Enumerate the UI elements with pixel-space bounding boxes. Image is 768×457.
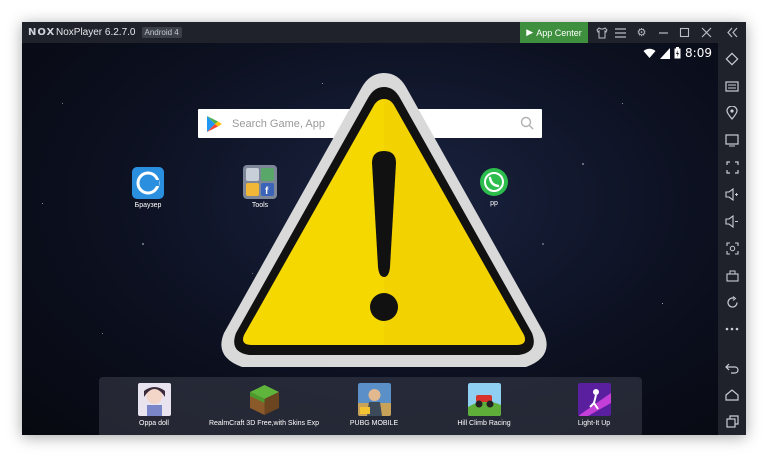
browser-label: Браузер	[134, 202, 162, 209]
dock-app-realmcraft[interactable]: RealmCraft 3D Free,with Skins Exp	[209, 383, 319, 427]
light-it-up-icon	[577, 383, 611, 416]
keyboard-icon[interactable]	[722, 76, 742, 96]
apk-install-icon[interactable]	[722, 265, 742, 285]
maximize-icon[interactable]	[677, 25, 692, 40]
menu-icon[interactable]	[613, 25, 628, 40]
dock-app-pubg[interactable]: PUBG MOBILE	[319, 383, 429, 427]
android-version-badge: Android 4	[141, 27, 182, 38]
wifi-icon	[643, 48, 656, 58]
dock-app-label: Oppa doll	[139, 420, 169, 427]
dock-app-label: Light-It Up	[577, 420, 611, 427]
hill-climb-icon	[467, 383, 501, 416]
dock-app-label: PUBG MOBILE	[349, 420, 399, 427]
rotate-icon[interactable]	[722, 49, 742, 69]
close-icon[interactable]	[699, 25, 714, 40]
nox-logo: NOX	[28, 27, 56, 38]
battery-icon	[674, 47, 681, 59]
nox-toolbar	[718, 43, 746, 435]
app-center-button[interactable]: ▶ App Center	[520, 22, 588, 43]
app-dock: Oppa doll RealmCraft 3D Free,with Skins …	[99, 377, 642, 435]
app-center-label: App Center	[536, 27, 582, 38]
warning-icon	[221, 73, 547, 367]
nox-window: NOX NoxPlayer 6.2.7.0 Android 4 ▶ App Ce…	[22, 22, 746, 435]
dock-app-oppa-doll[interactable]: Oppa doll	[99, 383, 209, 427]
location-icon[interactable]	[722, 103, 742, 123]
back-icon[interactable]	[722, 358, 742, 378]
title-bar: NOX NoxPlayer 6.2.7.0 Android 4 ▶ App Ce…	[22, 22, 746, 43]
fullscreen-icon[interactable]	[722, 157, 742, 177]
home-icon[interactable]	[722, 385, 742, 405]
more-icon[interactable]	[722, 319, 742, 339]
recent-apps-icon[interactable]	[722, 411, 742, 431]
realmcraft-icon	[249, 385, 279, 415]
minimize-icon[interactable]	[656, 25, 671, 40]
restart-icon[interactable]	[722, 292, 742, 312]
browser-icon	[132, 167, 164, 199]
shirt-icon[interactable]	[594, 25, 609, 40]
dock-app-label: Hill Climb Racing	[457, 420, 511, 427]
volume-down-icon[interactable]	[722, 211, 742, 231]
clock: 8:09	[685, 46, 712, 60]
collapse-icon[interactable]	[724, 25, 739, 40]
browser-app[interactable]: Браузер	[118, 167, 178, 209]
gear-icon[interactable]: ⚙	[634, 25, 649, 40]
play-triangle-icon: ▶	[526, 27, 534, 37]
pubg-icon	[357, 383, 391, 416]
status-bar: 8:09	[643, 45, 712, 61]
oppa-doll-icon	[137, 383, 171, 416]
volume-up-icon[interactable]	[722, 184, 742, 204]
screenshot-icon[interactable]	[722, 238, 742, 258]
signal-icon	[660, 47, 671, 59]
screen-icon[interactable]	[722, 130, 742, 150]
window-title: NoxPlayer 6.2.7.0	[56, 27, 136, 38]
dock-app-hill-climb[interactable]: Hill Climb Racing	[429, 383, 539, 427]
dock-app-label: RealmCraft 3D Free,with Skins Exp	[208, 420, 320, 427]
dock-app-light-it-up[interactable]: Light-It Up	[539, 383, 649, 427]
